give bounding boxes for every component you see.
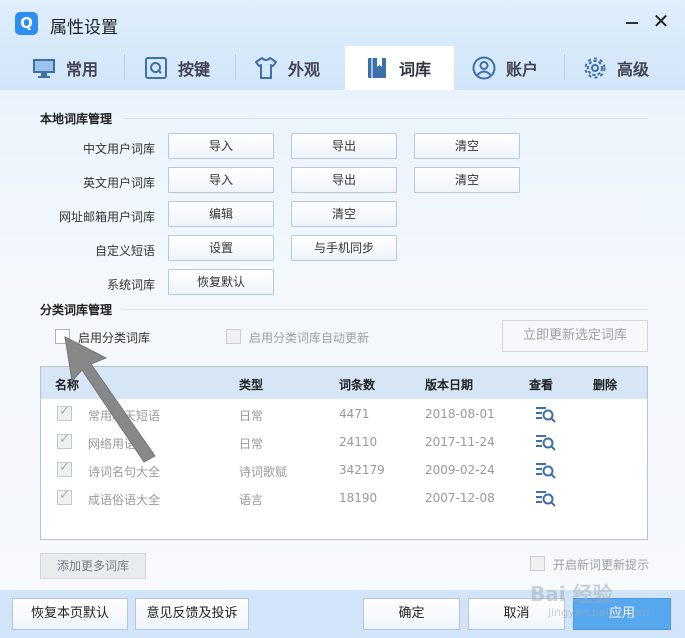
table-row: 网络用语 日常 24110 2017-11-24	[41, 428, 647, 456]
tab-advanced[interactable]: 高级	[583, 46, 673, 90]
row-count: 24110	[339, 435, 378, 449]
row-count: 342179	[339, 463, 385, 477]
title-bar: Q 属性设置 ✕	[0, 0, 685, 46]
url-clear-button[interactable]: 清空	[291, 201, 397, 227]
window-title: 属性设置	[50, 18, 118, 38]
system-restore-default-button[interactable]: 恢复默认	[168, 269, 274, 295]
row-name: 诗词名句大全	[88, 465, 161, 479]
minimize-button[interactable]	[624, 10, 640, 32]
user-icon	[472, 56, 496, 80]
new-word-hint-checkbox[interactable]	[530, 556, 545, 571]
view-list-icon[interactable]	[535, 433, 557, 451]
section-divider	[122, 118, 648, 119]
table-header: 名称 类型 词条数 版本日期 查看 删除	[41, 367, 647, 399]
english-export-button[interactable]: 导出	[291, 167, 397, 193]
add-more-dictionaries-button[interactable]: 添加更多词库	[40, 553, 146, 579]
row-count: 4471	[339, 407, 370, 421]
update-selected-button[interactable]: 立即更新选定词库	[502, 320, 648, 352]
header-type: 类型	[239, 378, 264, 392]
watermark-url: jingyan.baidu.com	[548, 606, 650, 619]
phrase-settings-button[interactable]: 设置	[168, 235, 274, 261]
chinese-clear-button[interactable]: 清空	[414, 133, 520, 159]
tab-account[interactable]: 账户	[472, 46, 562, 90]
tab-label: 按键	[178, 60, 211, 79]
header-name: 名称	[55, 378, 80, 392]
view-list-icon[interactable]	[535, 489, 557, 507]
table-row: 诗词名句大全 诗词歌赋 342179 2009-02-24	[41, 456, 647, 484]
row-type: 诗词歌赋	[239, 465, 288, 479]
tab-divider	[124, 54, 125, 80]
row-name: 成语俗语大全	[88, 493, 161, 507]
monitor-icon	[32, 56, 56, 80]
row-date: 2009-02-24	[425, 463, 495, 477]
row-count: 18190	[339, 491, 378, 505]
row-label-english: 英文用户词库	[82, 176, 155, 190]
local-section-title: 本地词库管理	[40, 112, 113, 126]
key-q-icon	[144, 56, 168, 80]
tab-divider	[235, 54, 236, 80]
category-section-title: 分类词库管理	[40, 303, 113, 317]
row-type: 语言	[239, 493, 264, 507]
row-date: 2017-11-24	[425, 435, 495, 449]
row-date: 2007-12-08	[425, 491, 495, 505]
ok-button[interactable]: 确定	[363, 598, 460, 630]
header-date: 版本日期	[425, 378, 474, 392]
row-label-system: 系统词库	[106, 278, 155, 292]
row-date: 2018-08-01	[425, 407, 495, 421]
enable-category-checkbox[interactable]	[55, 329, 70, 344]
table-row: 常用聊天短语 日常 4471 2018-08-01	[41, 400, 647, 428]
gear-icon	[583, 56, 607, 80]
auto-update-label: 启用分类词库自动更新	[249, 331, 370, 345]
tab-appearance[interactable]: 外观	[254, 46, 344, 90]
row-label-chinese: 中文用户词库	[82, 142, 155, 156]
dictionary-settings-panel: 本地词库管理 中文用户词库 导入 导出 清空 英文用户词库 导入 导出 清空 网…	[0, 90, 685, 590]
app-logo-icon: Q	[15, 12, 38, 35]
feedback-button[interactable]: 意见反馈及投诉	[135, 598, 249, 630]
english-clear-button[interactable]: 清空	[414, 167, 520, 193]
book-icon	[365, 56, 389, 80]
row-label-custom-phrase: 自定义短语	[94, 244, 155, 258]
row-type: 日常	[239, 437, 264, 451]
tab-keys[interactable]: 按键	[144, 46, 234, 90]
auto-update-checkbox[interactable]	[226, 329, 241, 344]
row-name: 常用聊天短语	[88, 409, 161, 423]
enable-category-label: 启用分类词库	[78, 331, 151, 345]
chinese-import-button[interactable]: 导入	[168, 133, 274, 159]
close-button[interactable]: ✕	[650, 9, 672, 33]
table-row: 成语俗语大全 语言 18190 2007-12-08	[41, 484, 647, 512]
tab-label: 词库	[399, 60, 432, 79]
tab-common[interactable]: 常用	[32, 46, 122, 90]
tshirt-icon	[254, 56, 278, 80]
restore-page-default-button[interactable]: 恢复本页默认	[12, 598, 128, 630]
url-edit-button[interactable]: 编辑	[168, 201, 274, 227]
row-type: 日常	[239, 409, 264, 423]
tab-dictionary[interactable]: 词库	[345, 46, 454, 90]
new-word-hint-label: 开启新词更新提示	[553, 558, 650, 572]
phrase-sync-phone-button[interactable]: 与手机同步	[291, 235, 397, 261]
row-checkbox[interactable]	[57, 404, 72, 421]
tab-bar: 常用 按键 外观 词库 账户 高级	[0, 46, 685, 90]
header-delete: 删除	[593, 378, 618, 392]
row-checkbox[interactable]	[57, 460, 72, 477]
row-checkbox[interactable]	[57, 432, 72, 449]
tab-label: 高级	[617, 60, 650, 79]
category-table: 名称 类型 词条数 版本日期 查看 删除 常用聊天短语 日常 4471 2018…	[40, 366, 648, 540]
english-import-button[interactable]: 导入	[168, 167, 274, 193]
tab-label: 账户	[506, 60, 539, 79]
tab-divider	[564, 54, 565, 80]
header-count: 词条数	[339, 378, 376, 392]
row-checkbox[interactable]	[57, 488, 72, 505]
view-list-icon[interactable]	[535, 405, 557, 423]
row-name: 网络用语	[88, 437, 137, 451]
tab-label: 常用	[66, 60, 99, 79]
tab-label: 外观	[288, 60, 321, 79]
chinese-export-button[interactable]: 导出	[291, 133, 397, 159]
header-view: 查看	[529, 378, 554, 392]
view-list-icon[interactable]	[535, 461, 557, 479]
section-divider	[122, 309, 648, 310]
row-label-url-email: 网址邮箱用户词库	[58, 210, 155, 224]
watermark-logo: Bai 经验	[530, 582, 613, 606]
